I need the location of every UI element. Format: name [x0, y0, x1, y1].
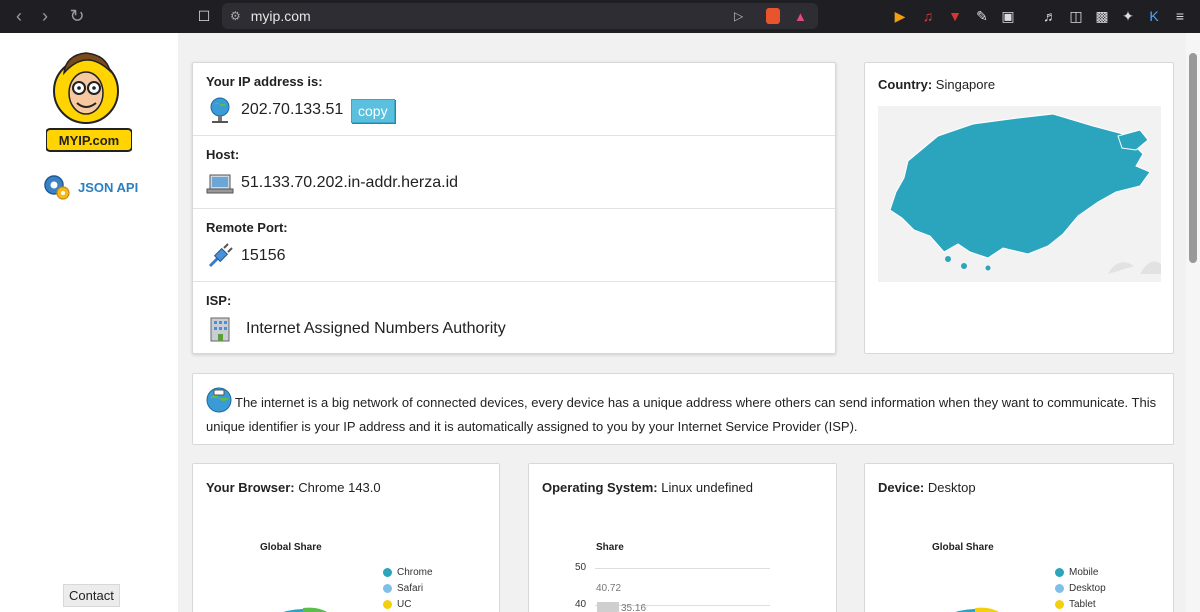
media-icon[interactable]: ♬	[1040, 6, 1060, 26]
legend-item: Tablet	[1055, 596, 1106, 612]
host-value: 51.133.70.202.in-addr.herza.id	[241, 174, 459, 191]
device-title: Device: Desktop	[878, 480, 976, 495]
legend-item: Chrome	[383, 564, 433, 580]
browser-title: Your Browser: Chrome 143.0	[206, 480, 381, 495]
legend-label: Desktop	[1069, 582, 1106, 594]
bar	[597, 602, 619, 612]
legend-dot	[1055, 599, 1064, 609]
device-card: Device: Desktop Global Share Mobile Desk…	[864, 463, 1174, 612]
y-tick-50: 50	[575, 562, 587, 573]
legend-dot	[1055, 583, 1064, 593]
rewards-icon[interactable]: ▲	[794, 9, 807, 24]
share-icon[interactable]: ▷	[734, 9, 743, 23]
legend-label: Chrome	[397, 566, 433, 578]
isp-row: ISP: Internet Assigned Numbers Authority	[193, 282, 835, 355]
legend-dot	[1055, 567, 1064, 577]
sidebar-icon[interactable]: ◫	[1066, 6, 1086, 26]
page-scrollbar[interactable]	[1186, 33, 1200, 612]
globe-icon	[210, 97, 230, 123]
os-label: Operating System:	[542, 480, 658, 495]
kaspersky-icon[interactable]: K	[1144, 6, 1164, 26]
os-card: Operating System: Linux undefined Share …	[528, 463, 837, 612]
laptop-icon	[206, 174, 234, 194]
legend-item: Safari	[383, 580, 433, 596]
legend-dot	[383, 567, 392, 577]
device-chart-title: Global Share	[932, 542, 994, 553]
wallet-icon[interactable]: ▩	[1092, 6, 1112, 26]
forward-icon[interactable]: ›	[32, 0, 58, 33]
contact-button[interactable]: Contact	[63, 584, 120, 607]
svg-text:MYIP.com: MYIP.com	[59, 133, 119, 148]
browser-card: Your Browser: Chrome 143.0 Global Share …	[192, 463, 500, 612]
scrollbar-thumb[interactable]	[1189, 53, 1197, 263]
device-legend: Mobile Desktop Tablet	[1055, 564, 1106, 612]
bookmark-icon[interactable]: ☐	[194, 6, 214, 26]
building-icon	[210, 317, 230, 342]
country-label: Country:	[878, 77, 933, 92]
myip-logo[interactable]: MYIP.com	[45, 43, 133, 153]
url-text: myip.com	[250, 8, 311, 24]
back-icon[interactable]: ‹	[6, 0, 32, 33]
legend-dot	[383, 599, 392, 609]
os-title: Operating System: Linux undefined	[542, 480, 753, 495]
site-info-icon[interactable]: ⚙	[230, 9, 241, 23]
plug-icon	[208, 243, 233, 268]
host-label: Host:	[206, 147, 240, 162]
legend-dot	[383, 583, 392, 593]
gridline-50	[595, 568, 770, 569]
legend-label: Safari	[397, 582, 424, 594]
device-pie-chart	[955, 607, 1000, 612]
music-extension-icon[interactable]: ♫	[918, 6, 938, 26]
shields-icon[interactable]	[766, 8, 780, 24]
legend-item: Desktop	[1055, 580, 1106, 596]
legend-label: Mobile	[1069, 566, 1099, 578]
filter-extension-icon[interactable]: ▼	[945, 6, 965, 26]
puzzle-icon[interactable]: ✎	[972, 6, 992, 26]
browser-value: Chrome 143.0	[298, 480, 381, 495]
country-title: Country: Singapore	[878, 77, 995, 92]
json-api-label: JSON API	[78, 179, 139, 195]
sidebar: MYIP.com JSON API Contact	[0, 33, 178, 612]
browser-toolbar: ‹ › ↻ ☐ ⚙ myip.com ▷ ▲ ▶ ♫ ▼ ✎ ▣ ♬ ◫ ▩ ✦…	[0, 0, 1200, 33]
gear-icon	[44, 175, 70, 200]
legend-item: Mobile	[1055, 564, 1106, 580]
ip-info-card: Your IP address is: 202.70.133.51 copy H…	[192, 62, 836, 354]
port-label: Remote Port:	[206, 220, 288, 235]
browser-label: Your Browser:	[206, 480, 295, 495]
play-extension-icon[interactable]: ▶	[890, 6, 910, 26]
ip-label: Your IP address is:	[206, 74, 323, 89]
address-bar[interactable]: ⚙ myip.com ▷ ▲	[222, 3, 818, 29]
device-value: Desktop	[927, 480, 976, 495]
os-value: Linux undefined	[661, 480, 754, 495]
copy-button[interactable]: copy	[351, 99, 395, 123]
country-map	[878, 106, 1161, 282]
browser-legend: Chrome Safari UC	[383, 564, 433, 612]
host-row: Host: 51.133.70.202.in-addr.herza.id	[193, 136, 835, 209]
os-chart-title: Share	[596, 542, 624, 553]
info-text: The internet is a big network of connect…	[206, 395, 1157, 434]
isp-label: ISP:	[206, 293, 232, 308]
ip-value[interactable]: 202.70.133.51	[241, 101, 343, 119]
ip-row: Your IP address is: 202.70.133.51 copy	[193, 63, 835, 136]
browser-pie-chart	[283, 607, 328, 612]
isp-value: Internet Assigned Numbers Authority	[246, 320, 506, 337]
device-label: Device:	[878, 480, 925, 495]
country-card: Country: Singapore	[864, 62, 1174, 354]
country-value: Singapore	[935, 77, 996, 92]
screenshot-icon[interactable]: ▣	[998, 6, 1018, 26]
menu-icon[interactable]: ≡	[1170, 6, 1190, 26]
port-value: 15156	[241, 247, 286, 264]
legend-label: Tablet	[1069, 598, 1096, 610]
leo-icon[interactable]: ✦	[1118, 6, 1138, 26]
legend-label: UC	[397, 598, 412, 610]
bar-label: 35.16	[621, 603, 647, 612]
y-tick-40: 40	[575, 599, 587, 610]
legend-item: UC	[383, 596, 433, 612]
port-row: Remote Port: 15156	[193, 209, 835, 282]
json-api-link[interactable]: JSON API	[42, 173, 138, 201]
info-card: The internet is a big network of connect…	[192, 373, 1174, 445]
browser-chart-title: Global Share	[260, 542, 322, 553]
reload-icon[interactable]: ↻	[64, 0, 90, 33]
bar-label: 40.72	[596, 583, 622, 594]
